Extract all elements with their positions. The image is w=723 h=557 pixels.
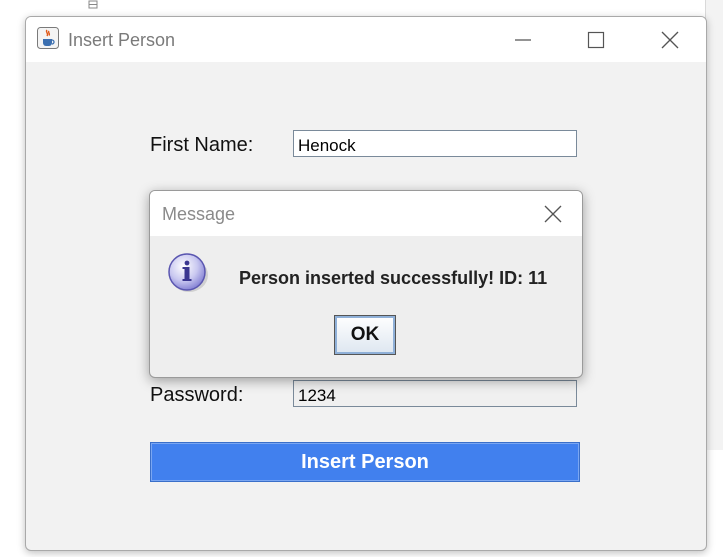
- dialog-message: Person inserted successfully! ID: 11: [239, 268, 548, 288]
- ok-button[interactable]: OK: [334, 315, 396, 355]
- close-icon: [544, 205, 562, 223]
- dialog-titlebar[interactable]: Message: [150, 191, 582, 236]
- maximize-button[interactable]: [581, 25, 611, 55]
- background-window-edge: [705, 0, 723, 450]
- close-button[interactable]: [655, 25, 685, 55]
- message-dialog: Message Person inserted successfully! ID…: [149, 190, 583, 378]
- minimize-icon: [515, 39, 531, 41]
- password-label: Password:: [150, 384, 244, 406]
- minimize-button[interactable]: [508, 25, 538, 55]
- java-cup-icon: [37, 27, 59, 49]
- dialog-title: Message: [162, 204, 236, 224]
- window-title: Insert Person: [68, 30, 176, 50]
- info-icon: [168, 253, 208, 292]
- password-field[interactable]: 1234: [293, 380, 577, 407]
- maximize-icon: [587, 31, 605, 49]
- first-name-label: First Name:: [150, 134, 254, 156]
- dialog-close-button[interactable]: [540, 201, 566, 227]
- insert-person-button[interactable]: Insert Person: [150, 442, 580, 482]
- close-icon: [661, 31, 679, 49]
- window-titlebar[interactable]: Insert Person: [26, 17, 706, 62]
- background-handle-icon: [88, 0, 98, 9]
- first-name-field[interactable]: Henock: [293, 130, 577, 157]
